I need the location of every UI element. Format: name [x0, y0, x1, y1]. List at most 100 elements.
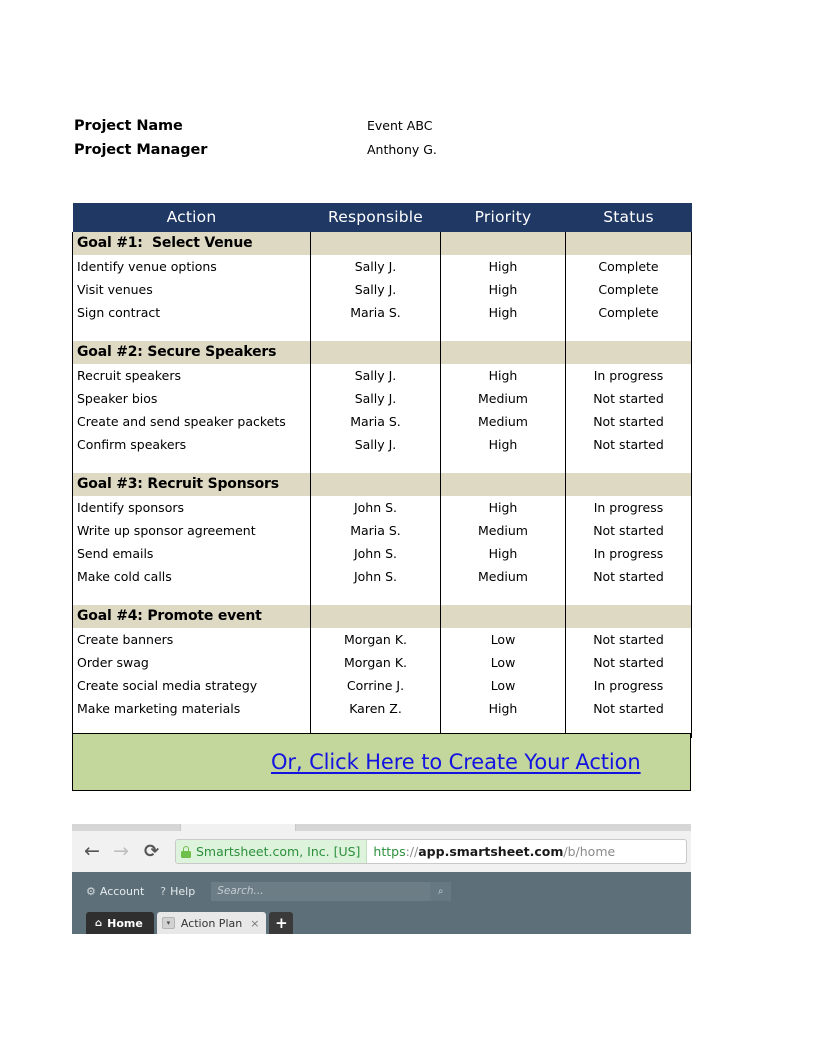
section-spacer-row — [72, 324, 692, 341]
tab-home-label: Home — [107, 916, 143, 930]
goal-header-row: Goal #4: Promote event — [72, 605, 692, 628]
section-spacer-row — [72, 588, 692, 605]
goal-empty-cell — [440, 473, 566, 496]
cell-status: Not started — [565, 628, 692, 651]
goal-empty-cell — [440, 341, 566, 364]
tab-home[interactable]: ⌂ Home — [86, 912, 154, 934]
cell-priority: Medium — [440, 519, 566, 542]
action-plan-table: Action Responsible Priority Status Goal … — [72, 203, 692, 738]
cell-responsible: Sally J. — [310, 387, 441, 410]
goal-title: Goal #3: Recruit Sponsors — [72, 473, 311, 496]
spacer-cell — [310, 324, 441, 341]
cell-status: In progress — [565, 674, 692, 697]
cell-priority: High — [440, 278, 566, 301]
cell-responsible: Karen Z. — [310, 697, 441, 720]
cell-action: Order swag — [72, 651, 311, 674]
table-body: Goal #1: Select Venue Identify venue opti… — [72, 232, 692, 738]
goal-empty-cell — [440, 605, 566, 628]
cell-status: Complete — [565, 301, 692, 324]
url-scheme: https — [373, 844, 406, 859]
cell-action: Confirm speakers — [72, 433, 311, 456]
cell-status: In progress — [565, 364, 692, 387]
ev-certificate-badge[interactable]: Smartsheet.com, Inc. [US] — [176, 840, 368, 863]
spacer-cell — [72, 324, 311, 341]
cell-status: Not started — [565, 697, 692, 720]
spacer-cell — [440, 588, 566, 605]
tab-action-plan[interactable]: ▾ Action Plan × — [156, 912, 267, 934]
cell-priority: High — [440, 496, 566, 519]
cell-action: Sign contract — [72, 301, 311, 324]
project-manager-value: Anthony G. — [367, 142, 437, 157]
cell-priority: High — [440, 301, 566, 324]
cell-responsible: Sally J. — [310, 278, 441, 301]
search-input[interactable]: Search... ⌕ — [211, 881, 452, 901]
project-name-label: Project Name — [74, 118, 183, 134]
cell-action: Speaker bios — [72, 387, 311, 410]
url-text: https://app.smartsheet.com/b/home — [367, 844, 615, 859]
browser-tab-strip — [72, 824, 691, 831]
forward-icon[interactable]: → — [113, 842, 129, 861]
goal-empty-cell — [565, 341, 692, 364]
spacer-cell — [440, 456, 566, 473]
spacer-cell — [310, 456, 441, 473]
cell-status: In progress — [565, 496, 692, 519]
cell-status: Not started — [565, 387, 692, 410]
help-label: Help — [170, 884, 196, 898]
account-label: Account — [99, 884, 145, 898]
goal-empty-cell — [565, 473, 692, 496]
cell-action: Write up sponsor agreement — [72, 519, 311, 542]
cell-action: Make marketing materials — [72, 697, 311, 720]
cell-action: Make cold calls — [72, 565, 311, 588]
address-bar[interactable]: Smartsheet.com, Inc. [US] https://app.sm… — [175, 839, 687, 864]
cell-responsible: Maria S. — [310, 410, 441, 433]
search-icon[interactable]: ⌕ — [430, 881, 452, 901]
cell-status: Not started — [565, 519, 692, 542]
cell-status: Not started — [565, 433, 692, 456]
project-name-row: Project Name Event ABC — [74, 118, 694, 142]
table-row: Sign contract Maria S. High Complete — [72, 301, 692, 324]
table-row: Make cold calls John S. Medium Not started — [72, 565, 692, 588]
cell-priority: High — [440, 697, 566, 720]
cell-responsible: John S. — [310, 496, 441, 519]
cell-priority: High — [440, 433, 566, 456]
chevron-down-icon[interactable]: ▾ — [161, 917, 175, 929]
account-menu[interactable]: ⚙ Account — [86, 885, 144, 898]
create-action-plan-banner[interactable]: Or, Click Here to Create Your Action — [72, 733, 691, 791]
cell-responsible: Sally J. — [310, 433, 441, 456]
cell-responsible: Sally J. — [310, 255, 441, 278]
goal-empty-cell — [440, 232, 566, 255]
browser-tab[interactable] — [180, 824, 296, 831]
table-row: Send emails John S. High In progress — [72, 542, 692, 565]
table-row: Order swag Morgan K. Low Not started — [72, 651, 692, 674]
spacer-cell — [72, 456, 311, 473]
cell-priority: Low — [440, 651, 566, 674]
table-row: Write up sponsor agreement Maria S. Medium… — [72, 519, 692, 542]
create-action-plan-link[interactable]: Or, Click Here to Create Your Action — [271, 750, 641, 774]
back-icon[interactable]: ← — [84, 842, 100, 861]
question-mark-icon: ? — [160, 884, 167, 898]
reload-icon[interactable]: ⟳ — [144, 842, 159, 861]
goal-title: Goal #2: Secure Speakers — [72, 341, 311, 364]
section-spacer-row — [72, 456, 692, 473]
search-placeholder: Search... — [217, 885, 264, 897]
table-row: Visit venues Sally J. High Complete — [72, 278, 692, 301]
table-row: Create banners Morgan K. Low Not started — [72, 628, 692, 651]
smartsheet-app-bar: ⚙ Account ? Help Search... ⌕ ⌂ Home ▾ Ac… — [72, 872, 691, 934]
cell-responsible: John S. — [310, 565, 441, 588]
table-row: Create social media strategy Corrine J. Lo… — [72, 674, 692, 697]
spacer-cell — [565, 324, 692, 341]
cell-action: Recruit speakers — [72, 364, 311, 387]
cell-priority: Low — [440, 628, 566, 651]
column-header-action: Action — [72, 203, 311, 232]
cell-action: Identify venue options — [72, 255, 311, 278]
close-icon[interactable]: × — [250, 917, 259, 930]
add-tab-button[interactable]: + — [269, 912, 294, 934]
cell-priority: High — [440, 255, 566, 278]
cell-priority: Medium — [440, 565, 566, 588]
home-icon: ⌂ — [95, 917, 103, 929]
cell-action: Visit venues — [72, 278, 311, 301]
goal-empty-cell — [565, 605, 692, 628]
help-menu[interactable]: ? Help — [160, 885, 195, 898]
cell-responsible: Corrine J. — [310, 674, 441, 697]
table-row: Identify venue options Sally J. High Comple… — [72, 255, 692, 278]
